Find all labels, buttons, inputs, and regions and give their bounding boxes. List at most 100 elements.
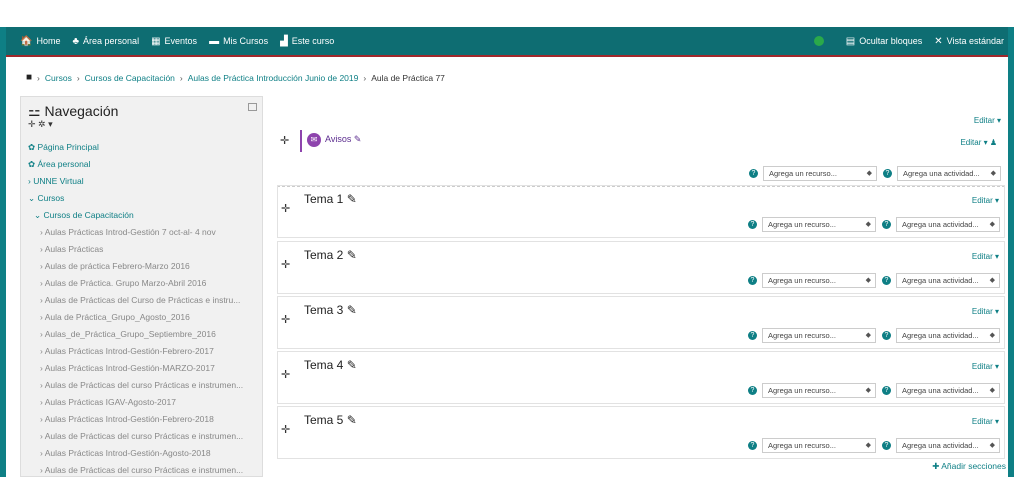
nav-tree-item[interactable]: › Aulas de Prácticas del curso Prácticas… <box>28 462 262 476</box>
select-arrow-icon: ◆ <box>865 387 871 394</box>
add-controls: ? Agrega un recurso... ◆ ? Agrega una act… <box>748 328 1000 343</box>
section-edit-menu[interactable]: Editar ▾ <box>972 196 999 205</box>
help-icon[interactable]: ? <box>882 386 891 395</box>
nav-my-courses[interactable]: ▬ Mis Cursos <box>209 36 268 47</box>
add-activity-select[interactable]: Agrega una actividad... ◆ <box>896 383 1000 398</box>
section-edit-menu[interactable]: Editar ▾ <box>972 417 999 426</box>
pencil-icon[interactable]: ✎ <box>347 303 357 317</box>
move-icon[interactable]: ✛ <box>280 134 289 147</box>
add-activity-select[interactable]: Agrega una actividad... ◆ <box>896 217 1000 232</box>
select-arrow-icon: ◆ <box>989 221 995 228</box>
avisos-link[interactable]: Avisos ✎ <box>325 134 361 145</box>
nav-tree-item[interactable]: › Aulas Prácticas Introd-Gestión-Febrero… <box>28 343 262 360</box>
nav-tree-item[interactable]: ⌄ Cursos <box>28 190 262 207</box>
move-icon[interactable]: ✛ <box>281 258 290 271</box>
section-edit-menu[interactable]: Editar ▾ <box>972 362 999 371</box>
breadcrumb-separator: › <box>179 72 183 83</box>
calendar-icon: ▦ <box>151 35 161 47</box>
pencil-icon[interactable]: ✎ <box>347 192 357 206</box>
nav-tree-item[interactable]: › Aulas_de_Práctica_Grupo_Septiembre_201… <box>28 326 262 343</box>
block-controls[interactable]: ✛ ✲ ▾ <box>28 119 53 130</box>
help-icon[interactable]: ? <box>748 220 757 229</box>
help-icon[interactable]: ? <box>882 331 891 340</box>
dock-icon[interactable] <box>248 103 257 111</box>
nav-tree-item[interactable]: › Aulas de Prácticas del Curso de Prácti… <box>28 292 262 309</box>
help-icon[interactable]: ? <box>748 441 757 450</box>
add-resource-select[interactable]: Agrega un recurso... ◆ <box>762 383 876 398</box>
help-icon[interactable]: ? <box>748 276 757 285</box>
nav-tree-item[interactable]: › UNNE Virtual <box>28 173 262 190</box>
help-icon[interactable]: ? <box>883 169 892 178</box>
section-title: Tema 4 ✎ <box>304 358 357 372</box>
avisos-edit-menu[interactable]: Editar ▾ ♟ <box>960 138 997 147</box>
nav-tree-item[interactable]: › Aulas Prácticas Introd-Gestión-Febrero… <box>28 411 262 428</box>
add-activity-select[interactable]: Agrega una actividad... ◆ <box>896 273 1000 288</box>
pencil-icon[interactable]: ✎ <box>347 358 357 372</box>
move-icon[interactable]: ✛ <box>281 423 290 436</box>
section-tema-2: ✛ Tema 2 ✎ Editar ▾ ? Agrega un recurso.… <box>277 241 1005 294</box>
edit-menu-top[interactable]: Editar ▾ <box>974 116 1001 125</box>
add-resource-select[interactable]: Agrega un recurso... ◆ <box>762 438 876 453</box>
breadcrumb-item-cursos[interactable]: Cursos <box>45 73 72 83</box>
help-icon[interactable]: ? <box>749 169 758 178</box>
help-icon[interactable]: ? <box>882 276 891 285</box>
nav-tree-item[interactable]: › Aulas de práctica Febrero-Marzo 2016 <box>28 258 262 275</box>
section-edit-menu[interactable]: Editar ▾ <box>972 252 999 261</box>
add-activity-select[interactable]: Agrega una actividad... ◆ <box>896 328 1000 343</box>
select-arrow-icon: ◆ <box>990 170 996 177</box>
pencil-icon[interactable]: ✎ <box>347 248 357 262</box>
add-sections-button[interactable]: ✚ Añadir secciones <box>932 461 1006 472</box>
help-icon[interactable]: ? <box>748 331 757 340</box>
add-resource-select[interactable]: Agrega un recurso... ◆ <box>762 328 876 343</box>
breadcrumb-item-capacitacion[interactable]: Cursos de Capacitación <box>85 73 175 83</box>
pencil-icon[interactable]: ✎ <box>347 413 357 427</box>
standard-view-button[interactable]: ✕ Vista estándar <box>934 36 1004 47</box>
home-icon: 🏠 <box>20 35 33 47</box>
nav-tree-item[interactable]: › Aulas Prácticas <box>28 241 262 258</box>
add-controls: ? Agrega un recurso... ◆ ? Agrega una act… <box>748 383 1000 398</box>
help-icon[interactable]: ? <box>882 220 891 229</box>
section-tema-3: ✛ Tema 3 ✎ Editar ▾ ? Agrega un recurso.… <box>277 296 1005 349</box>
nav-tree-item[interactable]: › Aulas de Práctica. Grupo Marzo-Abril 2… <box>28 275 262 292</box>
add-activity-select[interactable]: Agrega una actividad... ◆ <box>896 438 1000 453</box>
select-arrow-icon: ◆ <box>865 442 871 449</box>
nav-tree-item[interactable]: ✿ Página Principal <box>28 139 262 156</box>
nav-tree-item[interactable]: › Aulas Prácticas Introd-Gestión-MARZO-2… <box>28 360 262 377</box>
move-icon[interactable]: ✛ <box>281 313 290 326</box>
help-icon[interactable]: ? <box>748 386 757 395</box>
add-resource-select[interactable]: Agrega un recurso... ◆ <box>763 166 877 181</box>
move-icon[interactable]: ✛ <box>281 368 290 381</box>
nav-tree-item[interactable]: › Aulas Prácticas Introd-Gestión 7 oct-a… <box>28 224 262 241</box>
nav-home[interactable]: 🏠 Home <box>20 36 60 47</box>
folder-icon: ■ <box>26 72 33 83</box>
nav-dashboard-label: Área personal <box>83 36 140 46</box>
course-icon: ▟ <box>280 35 288 47</box>
nav-tree-item[interactable]: ✿ Área personal <box>28 156 262 173</box>
nav-events[interactable]: ▦ Eventos <box>151 36 197 47</box>
help-icon[interactable]: ? <box>882 441 891 450</box>
section-title: Tema 3 ✎ <box>304 303 357 317</box>
add-resource-select[interactable]: Agrega un recurso... ◆ <box>762 273 876 288</box>
nav-tree-item[interactable]: › Aula de Práctica_Grupo_Agosto_2016 <box>28 309 262 326</box>
breadcrumb-item-aulas[interactable]: Aulas de Práctica Introducción Junio de … <box>188 73 359 83</box>
nav-this-course[interactable]: ▟ Este curso <box>280 36 334 47</box>
section-edit-menu[interactable]: Editar ▾ <box>972 307 999 316</box>
window-left-border <box>0 27 6 477</box>
add-resource-select[interactable]: Agrega un recurso... ◆ <box>762 217 876 232</box>
nav-tree-item[interactable]: › Aulas de Prácticas del curso Prácticas… <box>28 428 262 445</box>
nav-tree-item[interactable]: ⌄ Cursos de Capacitación <box>28 207 262 224</box>
select-arrow-icon: ◆ <box>865 332 871 339</box>
hide-blocks-button[interactable]: ▤ Ocultar bloques <box>846 36 923 47</box>
nav-dashboard[interactable]: ♣ Área personal <box>72 36 139 47</box>
status-dot <box>813 36 824 46</box>
briefcase-icon: ▬ <box>209 35 220 47</box>
add-activity-select[interactable]: Agrega una actividad... ◆ <box>897 166 1001 181</box>
nav-tree-item[interactable]: › Aulas Prácticas Introd-Gestión-Agosto-… <box>28 445 262 462</box>
sitemap-icon: ⚍ <box>28 103 45 119</box>
nav-tree-item[interactable]: › Aulas Prácticas IGAV-Agosto-2017 <box>28 394 262 411</box>
move-icon[interactable]: ✛ <box>281 202 290 215</box>
nav-tree-item[interactable]: › Aulas de Prácticas del curso Prácticas… <box>28 377 262 394</box>
dashboard-icon: ♣ <box>72 35 80 47</box>
nav-home-label: Home <box>36 36 61 46</box>
pencil-icon[interactable]: ✎ <box>354 134 362 144</box>
